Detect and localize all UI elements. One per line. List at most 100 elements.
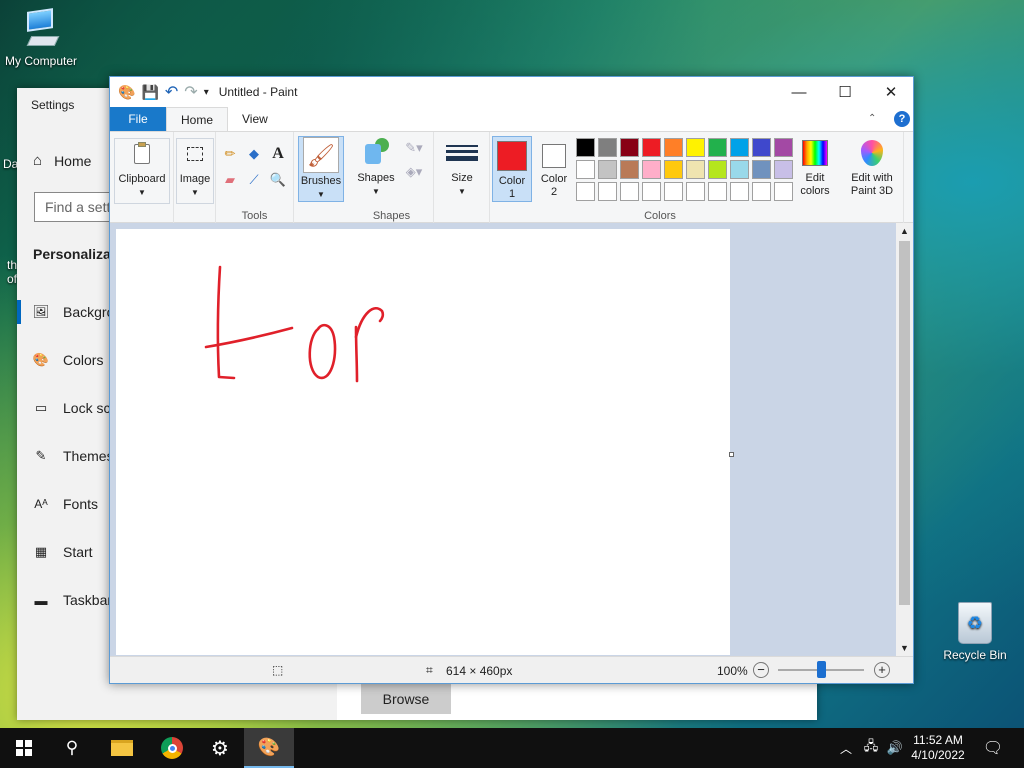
color1-button[interactable]: Color 1 <box>492 136 532 202</box>
image-button[interactable]: Image ▼ <box>176 138 214 204</box>
paint-window[interactable]: 🎨 💾 ↶ ↷ ▾ Untitled - Paint — ☐ ✕ File Ho… <box>109 76 914 684</box>
settings-item-taskbar[interactable]: ▬ Taskbar <box>33 592 113 608</box>
tab-view[interactable]: View <box>228 107 282 131</box>
settings-item-fonts[interactable]: Aᴬ Fonts <box>33 496 98 512</box>
taskbar-file-explorer[interactable] <box>98 728 146 768</box>
color1-number: 1 <box>508 188 516 200</box>
edit-colors-button[interactable]: Edit colors <box>798 138 832 204</box>
scroll-up-icon[interactable]: ▲ <box>896 223 913 239</box>
settings-home-link[interactable]: ⌂ Home <box>33 152 91 169</box>
palette-swatch[interactable] <box>664 182 683 201</box>
palette-swatch[interactable] <box>664 160 683 179</box>
scroll-down-icon[interactable]: ▼ <box>896 640 913 656</box>
settings-item-lock-screen[interactable]: ▭ Lock sc <box>33 400 111 416</box>
palette-swatch[interactable] <box>752 182 771 201</box>
minimize-button[interactable]: — <box>776 77 822 107</box>
clipboard-button[interactable]: Clipboard ▼ <box>114 138 170 204</box>
palette-swatch[interactable] <box>752 138 771 157</box>
customize-quick-access-icon[interactable]: ▾ <box>204 87 209 98</box>
redo-icon[interactable]: ↷ <box>184 82 197 102</box>
palette-swatch[interactable] <box>642 182 661 201</box>
palette-swatch[interactable] <box>620 160 639 179</box>
eraser-icon[interactable]: ▰ <box>220 170 240 190</box>
paint-titlebar[interactable]: 🎨 💾 ↶ ↷ ▾ Untitled - Paint — ☐ ✕ <box>110 77 913 107</box>
clock[interactable]: 11:52 AM 4/10/2022 <box>906 728 970 768</box>
fill-icon[interactable]: ◆ <box>244 144 264 164</box>
help-icon[interactable]: ? <box>894 111 910 127</box>
color2-button[interactable]: Color 2 <box>534 136 574 202</box>
taskbar-paint[interactable]: 🎨 <box>244 728 294 768</box>
search-button[interactable]: ⚲ <box>48 728 96 768</box>
canvas-area[interactable]: ▲ ▼ <box>110 223 913 656</box>
desktop-icon-label: Recycle Bin <box>943 648 1007 662</box>
settings-item-colors[interactable]: 🎨 Colors <box>33 352 104 368</box>
zoom-out-button[interactable]: − <box>753 662 769 678</box>
maximize-button[interactable]: ☐ <box>822 77 868 107</box>
palette-swatch[interactable] <box>774 182 793 201</box>
start-button[interactable] <box>0 728 48 768</box>
settings-item-themes[interactable]: ✎ Themes <box>33 448 114 464</box>
text-icon[interactable]: A <box>268 144 288 164</box>
taskbar-settings[interactable]: ⚙ <box>196 728 244 768</box>
volume-icon[interactable]: 🔊 <box>884 728 906 768</box>
palette-swatch[interactable] <box>642 160 661 179</box>
palette-swatch[interactable] <box>620 182 639 201</box>
notifications-button[interactable]: 🗨 <box>978 728 1008 768</box>
outline-icon[interactable]: ✎▾ <box>400 138 428 158</box>
undo-icon[interactable]: ↶ <box>165 82 178 102</box>
vertical-scrollbar[interactable]: ▲ ▼ <box>896 223 913 656</box>
palette-swatch[interactable] <box>708 160 727 179</box>
palette-swatch[interactable] <box>598 160 617 179</box>
palette-swatch[interactable] <box>642 138 661 157</box>
palette-swatch[interactable] <box>598 182 617 201</box>
palette-swatch[interactable] <box>576 182 595 201</box>
palette-swatch[interactable] <box>686 182 705 201</box>
palette-swatch[interactable] <box>730 160 749 179</box>
shapes-button[interactable]: Shapes ▼ <box>354 138 398 204</box>
palette-swatch[interactable] <box>708 138 727 157</box>
settings-title: Settings <box>31 98 75 112</box>
drawing-canvas[interactable] <box>116 229 730 655</box>
color-picker-icon[interactable]: ⟋ <box>244 170 264 190</box>
settings-item-start[interactable]: ▦ Start <box>33 544 93 560</box>
edit-with-paint3d-button[interactable]: Edit with Paint 3D <box>844 138 900 204</box>
desktop-icon-recycle-bin[interactable]: ♻ Recycle Bin <box>938 602 1012 662</box>
taskbar-chrome[interactable] <box>148 728 196 768</box>
palette-swatch[interactable] <box>686 138 705 157</box>
canvas-size-text: 614 × 460px <box>446 664 513 678</box>
tab-file[interactable]: File <box>110 107 166 131</box>
pencil-icon[interactable]: ✏ <box>220 144 240 164</box>
network-icon[interactable]: 🖧 <box>860 728 882 768</box>
tab-home[interactable]: Home <box>166 107 229 131</box>
palette-swatch[interactable] <box>730 182 749 201</box>
palette-swatch[interactable] <box>576 160 595 179</box>
palette-swatch[interactable] <box>708 182 727 201</box>
palette-swatch[interactable] <box>686 160 705 179</box>
paint-app-icon[interactable]: 🎨 <box>118 84 135 101</box>
color1-swatch <box>497 141 527 171</box>
zoom-in-button[interactable]: + <box>874 662 890 678</box>
desktop-icon-my-computer[interactable]: My Computer <box>2 8 80 68</box>
scroll-thumb[interactable] <box>899 241 910 605</box>
brushes-button[interactable]: 🖌 Brushes ▼ <box>298 136 344 202</box>
settings-item-background[interactable]: 🖼 Backgro <box>33 304 115 320</box>
chevron-down-icon: ▼ <box>372 187 380 196</box>
shape-fill-icon[interactable]: ◈▾ <box>400 162 428 182</box>
palette-swatch[interactable] <box>598 138 617 157</box>
show-hidden-icons-button[interactable]: ︿ <box>836 728 856 768</box>
close-button[interactable]: ✕ <box>868 77 914 107</box>
palette-swatch[interactable] <box>774 160 793 179</box>
palette-swatch[interactable] <box>752 160 771 179</box>
palette-swatch[interactable] <box>576 138 595 157</box>
palette-swatch[interactable] <box>774 138 793 157</box>
palette-swatch[interactable] <box>730 138 749 157</box>
zoom-slider-thumb[interactable] <box>817 661 826 678</box>
canvas-resize-handle[interactable] <box>729 452 734 457</box>
palette-swatch[interactable] <box>664 138 683 157</box>
browse-button[interactable]: Browse <box>361 684 451 714</box>
size-button[interactable]: Size ▼ <box>440 138 484 204</box>
save-icon[interactable]: 💾 <box>141 84 158 101</box>
collapse-ribbon-icon[interactable]: ⌃ <box>868 113 876 124</box>
magnifier-icon[interactable]: 🔍 <box>268 170 288 190</box>
palette-swatch[interactable] <box>620 138 639 157</box>
